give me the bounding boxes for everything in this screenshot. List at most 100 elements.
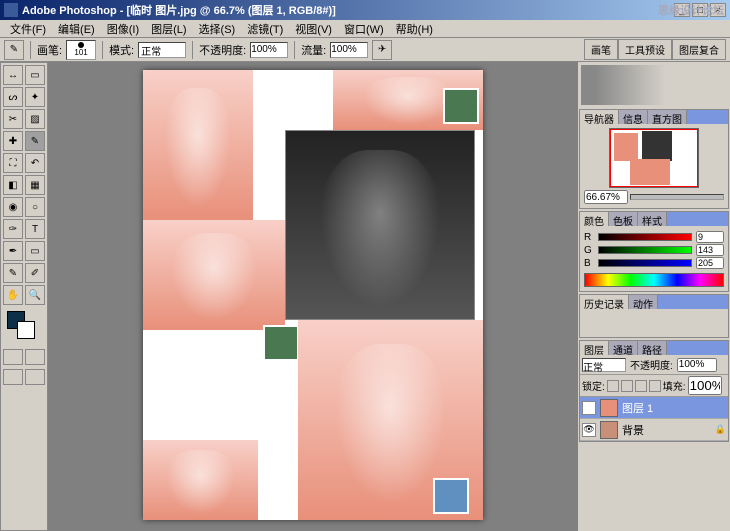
history-brush-tool[interactable]: ↶ (25, 153, 45, 173)
screenmode-standard[interactable] (3, 369, 23, 385)
standard-mode-button[interactable] (3, 349, 23, 365)
menu-help[interactable]: 帮助(H) (390, 19, 439, 39)
eraser-tool[interactable]: ◧ (3, 175, 23, 195)
lasso-tool[interactable]: ᔕ (3, 87, 23, 107)
quickmask-button[interactable] (25, 349, 45, 365)
lock-move[interactable] (635, 380, 647, 392)
r-input[interactable] (696, 231, 724, 243)
panels-column: 导航器 信息 直方图 颜色 色板 样式 (578, 62, 730, 531)
layer-opacity-input[interactable] (677, 358, 717, 372)
brush-tool[interactable]: ✎ (25, 131, 45, 151)
tab-layers[interactable]: 图层 (580, 341, 609, 355)
marquee-tool[interactable]: ▭ (25, 65, 45, 85)
b-input[interactable] (696, 257, 724, 269)
visibility-icon[interactable]: 👁 (582, 423, 596, 437)
r-slider[interactable] (598, 233, 692, 241)
tab-swatches[interactable]: 色板 (609, 212, 638, 226)
layer-item-1[interactable]: 👁 图层 1 (580, 397, 728, 419)
spectrum-ramp[interactable] (584, 273, 724, 287)
crop-tool[interactable]: ✂ (3, 109, 23, 129)
toolbox: ↔▭ ᔕ✦ ✂▨ ✚✎ ⛶↶ ◧▦ ◉○ ✑T ✒▭ ✎✐ ✋🔍 (0, 62, 48, 531)
flow-input[interactable] (330, 42, 368, 58)
shape-tool[interactable]: ▭ (25, 241, 45, 261)
brush-preset-picker[interactable]: 101 (66, 40, 96, 60)
type-tool[interactable]: T (25, 219, 45, 239)
notes-tool[interactable]: ✎ (3, 263, 23, 283)
tab-tool-presets[interactable]: 工具预设 (618, 39, 672, 60)
tab-actions[interactable]: 动作 (629, 295, 658, 309)
visibility-icon[interactable]: 👁 (582, 401, 596, 415)
navigator-preview[interactable] (609, 128, 699, 188)
menu-layer[interactable]: 图层(L) (145, 19, 192, 39)
tab-paths[interactable]: 路径 (638, 341, 667, 355)
fill-input[interactable] (688, 376, 722, 395)
tab-brushes[interactable]: 画笔 (584, 39, 618, 60)
thumb-green-2 (263, 325, 299, 361)
b-slider[interactable] (598, 259, 692, 267)
tab-history[interactable]: 历史记录 (580, 295, 629, 309)
screenmode-full-menu[interactable] (25, 369, 45, 385)
tab-channels[interactable]: 通道 (609, 341, 638, 355)
lock-transparent[interactable] (607, 380, 619, 392)
current-tool-icon[interactable]: ✎ (4, 40, 24, 60)
move-tool[interactable]: ↔ (3, 65, 23, 85)
eyedropper-tool[interactable]: ✐ (25, 263, 45, 283)
pen-tool[interactable]: ✒ (3, 241, 23, 261)
menu-select[interactable]: 选择(S) (193, 19, 242, 39)
path-tool[interactable]: ✑ (3, 219, 23, 239)
menu-image[interactable]: 图像(I) (101, 19, 145, 39)
image-tile-4 (143, 220, 285, 330)
tab-navigator[interactable]: 导航器 (580, 110, 619, 124)
layer-item-bg[interactable]: 👁 背景 🔒 (580, 419, 728, 441)
window-title: Adobe Photoshop - [临时 图片.jpg @ 66.7% (图层… (22, 2, 674, 18)
blur-tool[interactable]: ◉ (3, 197, 23, 217)
tab-histogram[interactable]: 直方图 (648, 110, 687, 124)
tab-layer-comps[interactable]: 图层复合 (672, 39, 726, 60)
layer-thumb-bg[interactable] (600, 421, 618, 439)
tab-info[interactable]: 信息 (619, 110, 648, 124)
blend-mode-select[interactable]: 正常 (138, 42, 186, 58)
app-icon (4, 3, 18, 17)
minimize-button[interactable]: _ (674, 3, 690, 17)
zoom-input[interactable] (584, 190, 628, 204)
slice-tool[interactable]: ▨ (25, 109, 45, 129)
color-swatches[interactable] (3, 311, 45, 345)
lock-all[interactable] (649, 380, 661, 392)
image-tile-1 (143, 70, 253, 220)
maximize-button[interactable]: □ (692, 3, 708, 17)
heal-tool[interactable]: ✚ (3, 131, 23, 151)
canvas-area[interactable] (48, 62, 578, 531)
history-panel: 历史记录 动作 (579, 294, 729, 338)
g-slider[interactable] (598, 246, 692, 254)
background-swatch[interactable] (17, 321, 35, 339)
tab-styles[interactable]: 样式 (638, 212, 667, 226)
gradient-tool[interactable]: ▦ (25, 175, 45, 195)
menu-edit[interactable]: 编辑(E) (52, 19, 101, 39)
mode-label: 模式: (109, 42, 134, 58)
layers-panel: 图层 通道 路径 正常 不透明度: 锁定: 填充: 👁 (579, 340, 729, 442)
g-label: G (584, 245, 594, 256)
thumb-blue (433, 478, 469, 514)
airbrush-icon[interactable]: ✈ (372, 40, 392, 60)
layer-name-1[interactable]: 图层 1 (622, 400, 726, 416)
layer-blend-select[interactable]: 正常 (582, 358, 626, 372)
menu-window[interactable]: 窗口(W) (338, 19, 390, 39)
dodge-tool[interactable]: ○ (25, 197, 45, 217)
opacity-input[interactable] (250, 42, 288, 58)
close-button[interactable]: × (710, 3, 726, 17)
stamp-tool[interactable]: ⛶ (3, 153, 23, 173)
menu-filter[interactable]: 滤镜(T) (241, 19, 289, 39)
zoom-slider[interactable] (630, 194, 724, 200)
zoom-tool[interactable]: 🔍 (25, 285, 45, 305)
menu-view[interactable]: 视图(V) (289, 19, 338, 39)
g-input[interactable] (696, 244, 724, 256)
lock-paint[interactable] (621, 380, 633, 392)
menu-file[interactable]: 文件(F) (4, 19, 52, 39)
color-panel: 颜色 色板 样式 R G B (579, 211, 729, 292)
layer-thumb-1[interactable] (600, 399, 618, 417)
hand-tool[interactable]: ✋ (3, 285, 23, 305)
document-canvas[interactable] (143, 70, 483, 520)
layer-name-bg[interactable]: 背景 (622, 422, 711, 438)
wand-tool[interactable]: ✦ (25, 87, 45, 107)
tab-color[interactable]: 颜色 (580, 212, 609, 226)
